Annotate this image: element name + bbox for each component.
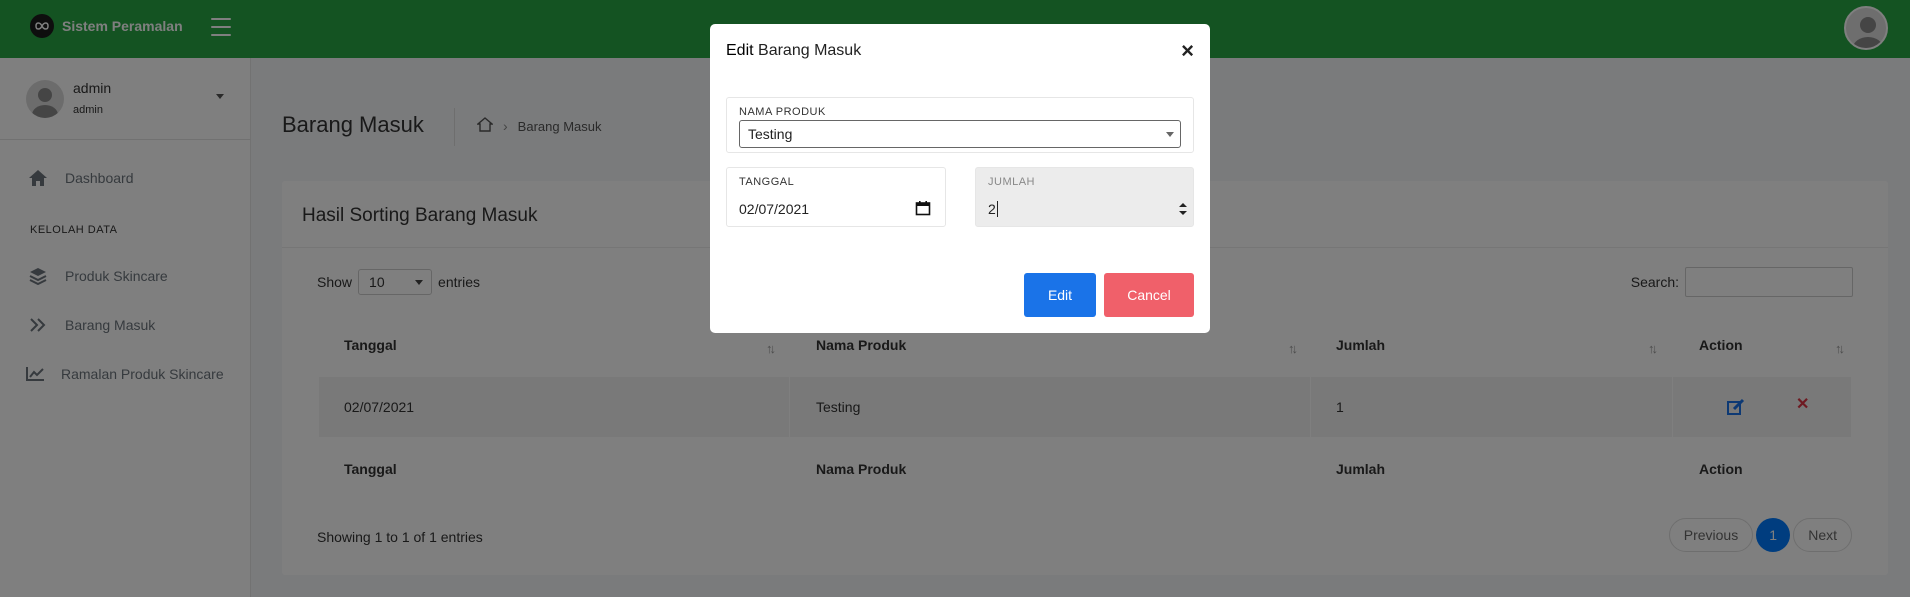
close-icon[interactable]: × bbox=[1181, 40, 1194, 62]
modal-title-rest: Barang Masuk bbox=[758, 42, 862, 59]
produk-select[interactable]: Testing bbox=[739, 120, 1181, 148]
modal-title: Edit Barang Masuk bbox=[726, 42, 861, 60]
tanggal-field-group: TANGGAL 02/07/2021 bbox=[726, 167, 946, 227]
tanggal-label: TANGGAL bbox=[739, 176, 795, 188]
jumlah-field-group: JUMLAH 2 bbox=[975, 167, 1194, 227]
cancel-button[interactable]: Cancel bbox=[1104, 273, 1194, 317]
modal-title-bold: Edit bbox=[726, 42, 754, 59]
text-cursor bbox=[996, 201, 998, 217]
edit-button[interactable]: Edit bbox=[1024, 273, 1096, 317]
produk-label: NAMA PRODUK bbox=[739, 106, 826, 118]
jumlah-value: 2 bbox=[988, 201, 996, 217]
tanggal-value: 02/07/2021 bbox=[739, 201, 810, 217]
number-spinner-icon[interactable] bbox=[1178, 200, 1188, 218]
calendar-icon[interactable] bbox=[915, 200, 931, 216]
tanggal-input[interactable]: 02/07/2021 bbox=[739, 198, 931, 220]
jumlah-label: JUMLAH bbox=[988, 176, 1036, 188]
edit-modal: Edit Barang Masuk × NAMA PRODUK Testing … bbox=[710, 24, 1210, 333]
produk-field-group: NAMA PRODUK Testing bbox=[726, 97, 1194, 153]
jumlah-input[interactable]: 2 bbox=[988, 198, 1188, 220]
